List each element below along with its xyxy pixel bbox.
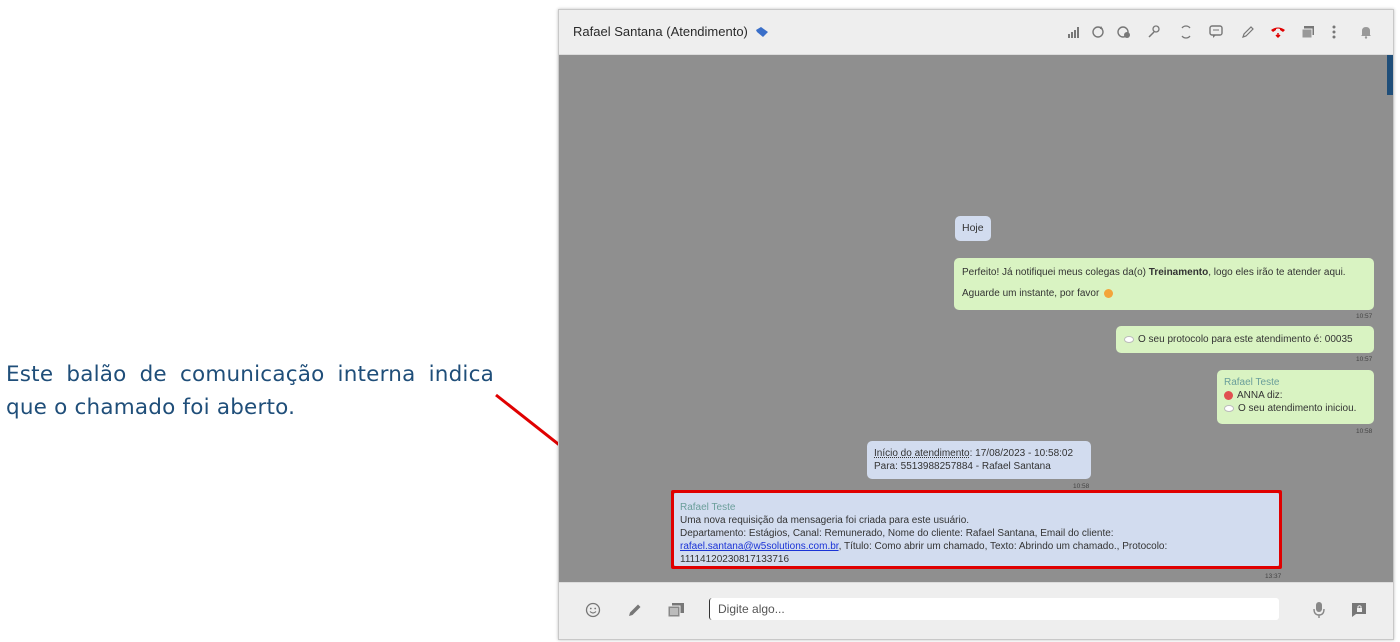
- message-time: 10:57: [1356, 313, 1373, 320]
- scrollbar[interactable]: [1387, 55, 1393, 95]
- date-label-text: Hoje: [962, 222, 984, 234]
- message-bold-text: Treinamento: [1148, 267, 1209, 278]
- transfer-icon[interactable]: [1177, 23, 1195, 41]
- timer-icon[interactable]: [1115, 23, 1133, 41]
- pin-icon[interactable]: [1145, 23, 1163, 41]
- pencil-icon[interactable]: [625, 600, 645, 620]
- more-icon[interactable]: [1325, 23, 1343, 41]
- message-time: 10:58: [1356, 428, 1373, 435]
- chat-window: Rafael Santana (Atendimento) Hoje Perfei…: [558, 9, 1394, 640]
- message-time: 10:57: [1356, 356, 1373, 363]
- chat-footer: [559, 582, 1393, 639]
- message-bubble-protocol: O seu protocolo para este atendimento é:…: [1116, 326, 1374, 353]
- tag-icon[interactable]: [755, 25, 769, 43]
- contact-name: Rafael Santana (Atendimento): [573, 24, 748, 39]
- message-bubble-notify: Perfeito! Já notifiquei meus colegas da(…: [954, 258, 1374, 310]
- smile-emoji-icon: [1104, 288, 1114, 298]
- message-text: Início do atendimento: [874, 448, 970, 459]
- message-bubble-start-info: Início do atendimento: 17/08/2023 - 10:5…: [867, 441, 1091, 479]
- hangup-icon[interactable]: [1269, 23, 1287, 41]
- date-label: Hoje: [955, 216, 991, 241]
- message-bubble-started: Rafael Teste ANNA diz: O seu atendimento…: [1217, 370, 1374, 424]
- private-message-icon[interactable]: [1349, 600, 1369, 620]
- sender-name: Rafael Teste: [1224, 377, 1280, 388]
- message-text: : 17/08/2023 - 10:58:02: [969, 448, 1074, 459]
- chat-header: Rafael Santana (Atendimento): [559, 10, 1393, 55]
- gallery-icon[interactable]: [1299, 23, 1317, 41]
- message-text: ANNA diz:: [1237, 390, 1283, 401]
- message-text: Para: 5513988257884 - Rafael Santana: [874, 461, 1051, 472]
- refresh-icon[interactable]: [1089, 23, 1107, 41]
- message-input[interactable]: [709, 598, 1279, 620]
- info-icon: [1124, 335, 1134, 343]
- pencil-icon[interactable]: [1239, 23, 1257, 41]
- message-text: , logo eles irão te atender aqui.: [1208, 267, 1346, 278]
- highlight-box: [671, 490, 1282, 569]
- message-time: 10:58: [1073, 483, 1090, 490]
- emoji-icon[interactable]: [583, 600, 603, 620]
- annotation-text: Este balão de comunicação interna indica…: [6, 362, 494, 420]
- message-text: Aguarde um instante, por favor: [962, 288, 1100, 299]
- signal-icon[interactable]: [1065, 23, 1083, 41]
- chat-icon[interactable]: [1207, 23, 1225, 41]
- message-time: 13:37: [1265, 573, 1282, 580]
- message-text: Perfeito! Já notifiquei meus colegas da(…: [962, 267, 1149, 278]
- bot-icon: [1224, 390, 1233, 400]
- info-icon: [1224, 404, 1234, 412]
- bell-icon[interactable]: [1357, 23, 1375, 41]
- gallery-icon[interactable]: [666, 600, 686, 620]
- microphone-icon[interactable]: [1309, 600, 1329, 620]
- message-text: O seu atendimento iniciou.: [1238, 403, 1357, 414]
- message-text: O seu protocolo para este atendimento é:…: [1138, 334, 1353, 345]
